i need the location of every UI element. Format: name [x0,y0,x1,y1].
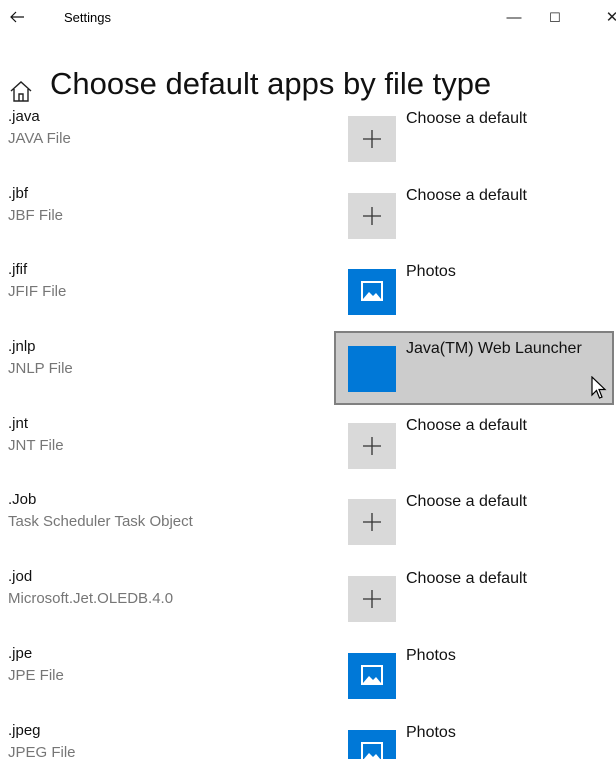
close-button[interactable]: ✕ [597,6,616,30]
plus-icon [348,116,396,162]
arrow-left-icon [10,11,24,23]
app-title: Settings [64,10,111,25]
default-app-label: Choose a default [406,570,527,588]
plus-icon [348,422,396,469]
default-app-label: Photos [406,263,456,281]
photos-app-icon [348,652,396,699]
title-bar: Settings — ☐ ✕ [0,0,616,36]
default-app-label: Photos [406,723,456,741]
file-type-row: .jfif JFIF File Photos [0,254,616,331]
default-app-button[interactable]: Photos [334,254,614,328]
file-extension: .jpeg [8,721,41,739]
default-app-label: Choose a default [406,416,527,434]
file-type-description: Task Scheduler Task Object [8,513,193,531]
file-type-description: JFIF File [8,283,67,301]
java-web-launcher-icon [348,346,396,393]
plus-icon [348,192,396,239]
file-type-description: JPE File [8,666,64,684]
file-type-row: .jnt JNT File Choose a default [0,408,616,485]
plus-icon [348,499,396,546]
file-type-row: .jpeg JPEG File Photos [0,715,616,759]
file-type-description: JNLP File [8,360,73,378]
plus-icon [348,576,396,623]
default-app-button[interactable]: Java(TM) Web Launcher [334,331,614,406]
back-button[interactable] [7,7,27,27]
minimize-button[interactable]: — [499,6,529,30]
file-type-list: .java JAVA File Choose a default .jbf JBF Fi… [0,108,616,759]
maximize-button[interactable]: ☐ [540,6,570,30]
default-app-button[interactable]: Choose a default [334,408,614,482]
file-extension: .java [8,108,40,125]
default-app-button[interactable]: Choose a default [334,561,614,635]
file-extension: .jbf [8,184,29,202]
file-type-row: .jod Microsoft.Jet.OLEDB.4.0 Choose a defa… [0,561,616,638]
default-app-button[interactable]: Choose a default [334,178,614,252]
default-app-button[interactable]: Choose a default [334,108,614,175]
photos-app-icon [348,729,396,759]
home-icon [10,81,32,102]
default-app-label: Choose a default [406,110,527,127]
default-app-button[interactable]: Choose a default [334,484,614,558]
file-type-description: JPEG File [8,743,76,759]
file-type-row: .jnlp JNLP File Java(TM) Web Launcher [0,331,616,408]
photos-app-icon [348,269,396,316]
default-app-button[interactable]: Photos [334,638,614,712]
file-extension: .jod [8,568,33,586]
file-extension: .jfif [8,261,28,279]
default-app-label: Choose a default [406,186,527,204]
default-app-label: Choose a default [406,493,527,511]
file-type-row: .Job Task Scheduler Task Object Choose a d… [0,484,616,561]
file-type-row: .jpe JPE File Photos [0,638,616,715]
default-app-button[interactable]: Photos [334,715,614,759]
page-title: Choose default apps by file type [50,66,492,101]
file-extension: .jpe [8,644,33,662]
file-extension: .jnlp [8,338,36,356]
file-type-description: JNT File [8,436,64,454]
file-type-description: Microsoft.Jet.OLEDB.4.0 [8,590,174,608]
default-app-label: Java(TM) Web Launcher [406,340,582,358]
file-extension: .jnt [8,414,29,432]
file-type-row: .jbf JBF File Choose a default [0,178,616,255]
default-app-label: Photos [406,646,456,664]
file-type-description: JAVA File [8,130,71,147]
mouse-pointer-icon [591,376,607,399]
page-header: Choose default apps by file type [0,64,616,110]
file-type-description: JBF File [8,206,64,224]
file-type-row: .java JAVA File Choose a default [0,108,616,178]
file-extension: .Job [8,491,37,509]
